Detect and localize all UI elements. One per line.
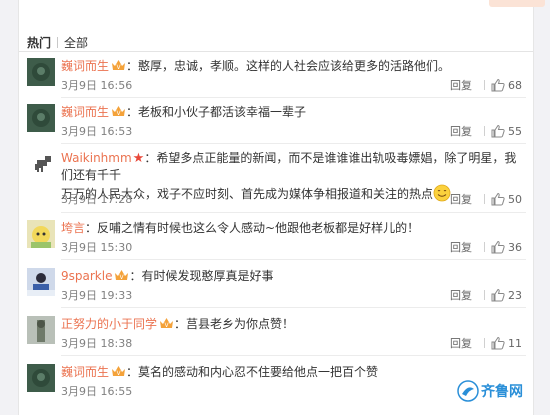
comment-username[interactable]: 巍词而生 [61,105,109,119]
comment-tabs: 热门 全部 [27,34,94,50]
like-icon[interactable] [491,288,505,302]
avatar[interactable] [27,220,55,248]
comment-meta: 3月9日 15:30 回复 36 [61,239,526,256]
tab-divider [57,37,59,48]
avatar[interactable] [27,268,55,296]
vip-crown-icon: V [112,106,126,117]
comment-username[interactable]: 巍词而生 [61,365,109,379]
vip-crown-icon: V [115,270,129,281]
comment-date: 3月9日 16:53 [61,125,133,138]
comment-text: ：莒县老乡为你点赞！ [174,317,295,331]
comment-text: ：憨厚，忠诚，孝顺。这样的人社会应该给更多的活路他们。 [126,59,451,73]
vip-crown-icon: V [112,60,126,71]
comment-text: ：老板和小伙子都活该幸福一辈子 [126,105,307,119]
like-count: 55 [508,125,522,138]
reply-button[interactable]: 回复 [444,77,478,93]
tab-hot[interactable]: 热门 [27,34,51,51]
comment-username[interactable]: 9sparkle [61,269,112,283]
comment-username[interactable]: 垮言 [61,221,85,235]
comment-date: 3月9日 17:28 [61,193,133,206]
like-count: 36 [508,241,522,254]
comment-username[interactable]: 正努力的小于同学 [61,317,157,331]
comment-date: 3月9日 16:55 [61,385,133,398]
comments-panel: 热门 全部 巍词而生 V ：憨厚，忠诚，孝顺。这样的人社会应该给更多的活路他们。 3月… [18,0,545,415]
comment-divider [61,143,526,144]
comment-date: 3月9日 15:30 [61,241,133,254]
comment-meta: 3月9日 16:56 回复 68 [61,77,526,94]
avatar[interactable] [27,364,55,392]
reply-button[interactable]: 回复 [444,239,478,255]
watermark-logo: 齐鲁网 [457,376,531,406]
like-count: 11 [508,337,522,350]
comment-divider [61,259,526,260]
reply-button[interactable]: 回复 [444,287,478,303]
comment-meta: 3月9日 19:33 回复 23 [61,287,526,304]
like-count: 50 [508,193,522,206]
like-icon[interactable] [491,336,505,350]
comment-date: 3月9日 16:56 [61,79,133,92]
comment-divider [61,307,526,308]
reply-button[interactable]: 回复 [444,335,478,351]
comment-meta: 3月9日 17:28 回复 50 [61,191,526,208]
vip-crown-icon: V [112,366,126,377]
comment-username[interactable]: 巍词而生 [61,59,109,73]
avatar[interactable] [27,316,55,344]
like-count: 23 [508,289,522,302]
comment-divider [61,97,526,98]
comment-date: 3月9日 18:38 [61,337,133,350]
like-icon[interactable] [491,124,505,138]
tab-all[interactable]: 全部 [64,34,88,51]
comment-divider [61,355,526,356]
avatar[interactable] [27,150,55,178]
star-icon: ★ [132,151,145,166]
comment-date: 3月9日 19:33 [61,289,133,302]
comment-divider [61,212,526,213]
like-count: 68 [508,79,522,92]
vip-crown-icon: V [160,318,174,329]
comment-text: ：莫名的感动和内心忍不住要给他点一把百个赞 [126,365,379,379]
like-icon[interactable] [491,240,505,254]
comment-meta: 3月9日 16:53 回复 55 [61,123,526,140]
like-icon[interactable] [491,78,505,92]
avatar[interactable] [27,58,55,86]
reply-button[interactable]: 回复 [444,123,478,139]
tabs-divider [19,51,533,52]
watermark-icon [457,380,479,402]
comment-username[interactable]: Waikinhmm [61,151,132,165]
comment-text: ：反哺之情有时候也这么令人感动~他跟他老板都是好样儿的！ [85,221,420,235]
watermark-text: 齐鲁网 [481,384,523,400]
top-action-button[interactable] [489,0,545,7]
comment-meta: 3月9日 18:38 回复 11 [61,335,526,352]
like-icon[interactable] [491,192,505,206]
comment-text: ：有时候发现憨厚真是好事 [129,269,274,283]
reply-button[interactable]: 回复 [444,191,478,207]
avatar[interactable] [27,104,55,132]
